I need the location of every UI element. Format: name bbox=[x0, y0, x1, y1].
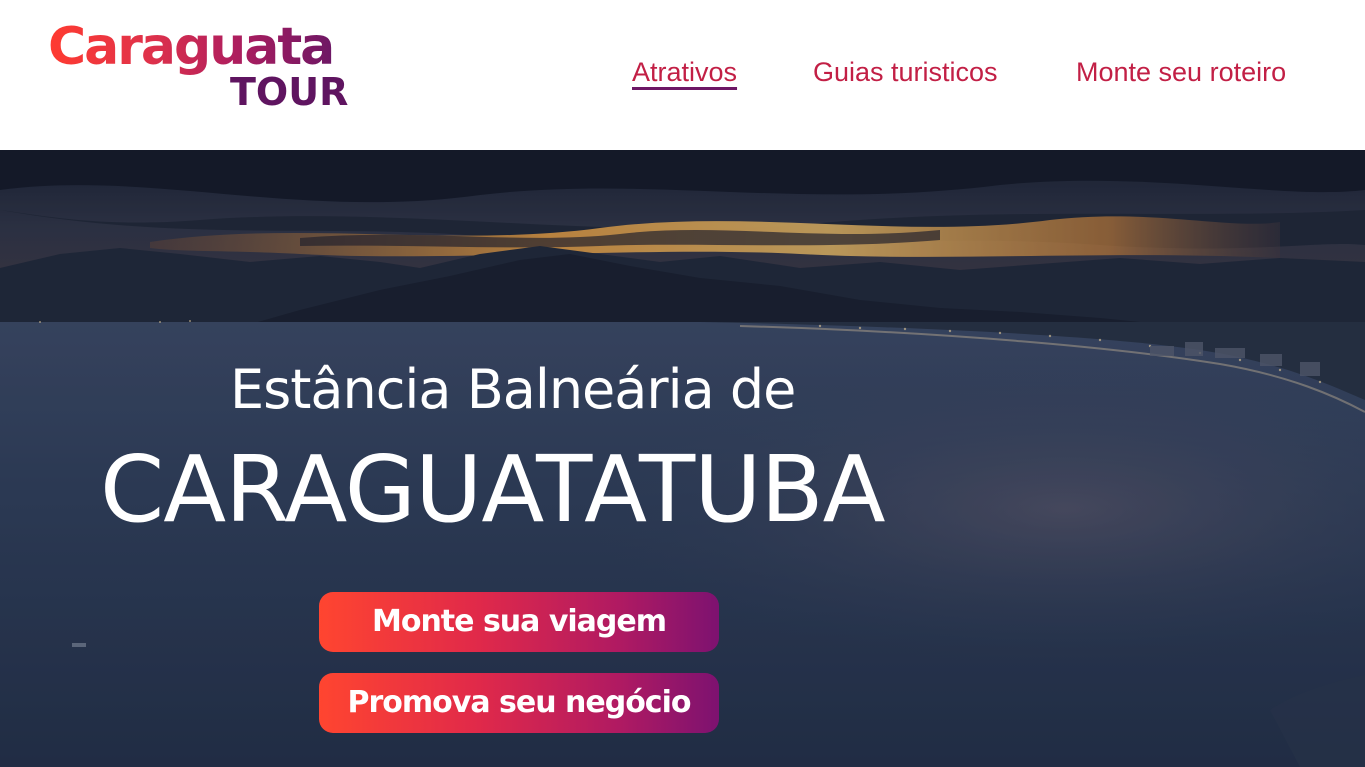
site-header: Caraguata TOUR Atrativos Guias turistico… bbox=[0, 0, 1365, 150]
hero-section: Estância Balneária de CARAGUATATUBA Mont… bbox=[0, 150, 1365, 767]
nav-item-guias-turisticos[interactable]: Guias turisticos bbox=[813, 54, 998, 90]
nav-item-atrativos[interactable]: Atrativos bbox=[632, 54, 737, 90]
promova-seu-negocio-button[interactable]: Promova seu negócio bbox=[319, 673, 719, 733]
hero-subtitle: Estância Balneária de bbox=[230, 358, 796, 421]
monte-sua-viagem-button[interactable]: Monte sua viagem bbox=[319, 592, 719, 652]
nav-item-monte-seu-roteiro[interactable]: Monte seu roteiro bbox=[1076, 54, 1286, 90]
hero-title: CARAGUATATUBA bbox=[100, 436, 886, 543]
main-nav: Atrativos Guias turisticos Monte seu rot… bbox=[0, 54, 1365, 94]
